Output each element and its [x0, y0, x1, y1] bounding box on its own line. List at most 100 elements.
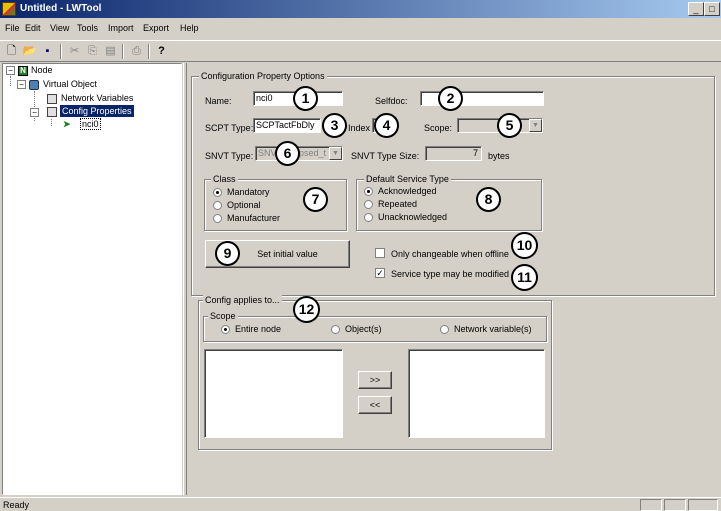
class-mandatory-radio[interactable]: [213, 188, 222, 197]
node-icon: N: [18, 66, 28, 76]
service-modified-label: Service type may be modified: [391, 269, 510, 279]
selfdoc-label: Selfdoc:: [375, 96, 408, 106]
callout-9: 9: [215, 241, 240, 266]
scope-network-variables-label: Network variable(s): [454, 324, 532, 334]
scope-group-title: Scope: [208, 310, 238, 322]
toolbar-separator: [60, 44, 62, 59]
service-modified-checkbox[interactable]: ✓: [375, 268, 385, 278]
config-applies-title: Config applies to...: [203, 294, 282, 306]
service-repeated-radio[interactable]: [364, 200, 373, 209]
class-group-title: Class: [211, 173, 238, 185]
status-bar: Ready: [0, 497, 721, 511]
chevron-down-icon[interactable]: ▼: [529, 119, 542, 132]
tree-item-node[interactable]: Node: [31, 64, 53, 76]
selected-items-list[interactable]: [408, 349, 545, 438]
class-manufacturer-label: Manufacturer: [227, 213, 281, 223]
copy-icon[interactable]: ⎘: [84, 43, 101, 59]
collapse-toggle[interactable]: −: [17, 80, 26, 89]
scope-label: Scope:: [424, 123, 453, 133]
toolbar-separator: [122, 44, 124, 59]
callout-2: 2: [438, 86, 463, 111]
new-icon[interactable]: 🗋: [3, 43, 20, 59]
folder-icon: [47, 94, 57, 104]
open-icon[interactable]: 📂: [21, 43, 38, 59]
scpt-type-label: SCPT Type:: [205, 123, 254, 133]
help-icon[interactable]: ?: [153, 43, 170, 59]
scope-entire-node-label: Entire node: [235, 324, 282, 334]
tree-item-config-properties[interactable]: Config Properties: [60, 105, 134, 117]
callout-6: 6: [275, 141, 300, 166]
snvt-type-label: SNVT Type:: [205, 151, 254, 161]
scpt-type-input[interactable]: SCPTactFbDly: [253, 118, 321, 133]
collapse-toggle[interactable]: −: [6, 66, 15, 75]
window-title: Untitled - LWTool: [20, 3, 102, 14]
add-button[interactable]: >>: [358, 371, 392, 389]
remove-button[interactable]: <<: [358, 396, 392, 414]
arrow-icon: ➤: [63, 119, 71, 129]
service-acknowledged-label: Acknowledged: [378, 186, 437, 196]
title-bar[interactable]: Untitled - LWTool _ □: [0, 0, 721, 18]
callout-1: 1: [293, 86, 318, 111]
config-property-group-title: Configuration Property Options: [199, 70, 327, 82]
save-icon[interactable]: ▪: [39, 43, 56, 59]
menu-import[interactable]: Import: [108, 22, 134, 34]
menu-file[interactable]: File: [5, 22, 20, 34]
node-tree[interactable]: − N Node − Virtual Object Network Variab…: [2, 63, 182, 495]
menu-edit[interactable]: Edit: [25, 22, 41, 34]
minimize-button[interactable]: _: [688, 2, 704, 16]
callout-4: 4: [374, 113, 399, 138]
menu-tools[interactable]: Tools: [77, 22, 98, 34]
collapse-toggle[interactable]: −: [30, 108, 39, 117]
menu-bar: File Edit View Tools Import Export Help: [0, 18, 721, 38]
callout-7: 7: [303, 187, 328, 212]
menu-view[interactable]: View: [50, 22, 69, 34]
scope-entire-node-radio[interactable]: [221, 325, 230, 334]
toolbar-separator: [148, 44, 150, 59]
chevron-down-icon[interactable]: ▼: [329, 147, 342, 160]
status-pane: [664, 499, 686, 511]
cut-icon[interactable]: ✂: [66, 43, 83, 59]
available-items-list[interactable]: [204, 349, 343, 438]
menu-help[interactable]: Help: [180, 22, 199, 34]
callout-3: 3: [322, 113, 347, 138]
callout-10: 10: [511, 232, 538, 259]
callout-11: 11: [511, 264, 538, 291]
app-icon: [2, 2, 16, 16]
class-optional-label: Optional: [227, 200, 261, 210]
service-repeated-label: Repeated: [378, 199, 418, 209]
status-pane: [640, 499, 662, 511]
class-mandatory-label: Mandatory: [227, 187, 270, 197]
offline-label: Only changeable when offline: [391, 249, 509, 259]
service-unacknowledged-label: Unacknowledged: [378, 212, 448, 222]
snvt-size-input[interactable]: 7: [425, 146, 482, 161]
splitter[interactable]: [183, 63, 187, 495]
folder-icon: [47, 107, 57, 117]
maximize-button[interactable]: □: [704, 2, 720, 16]
paste-icon[interactable]: ▤: [102, 43, 119, 59]
tree-line: [51, 119, 52, 126]
object-icon: [29, 80, 39, 90]
menu-export[interactable]: Export: [143, 22, 169, 34]
index-label: Index: [348, 123, 371, 133]
class-manufacturer-radio[interactable]: [213, 214, 222, 223]
service-unacknowledged-radio[interactable]: [364, 213, 373, 222]
service-type-group-title: Default Service Type: [364, 173, 451, 185]
toolbar: 🗋 📂 ▪ ✂ ⎘ ▤ ⎙ ?: [0, 40, 721, 62]
tree-item-network-variables[interactable]: Network Variables: [61, 92, 133, 104]
status-pane: [688, 499, 718, 511]
callout-12: 12: [293, 296, 320, 323]
print-icon[interactable]: ⎙: [128, 43, 145, 59]
name-label: Name:: [205, 96, 232, 106]
tree-item-nci0[interactable]: nci0: [80, 118, 101, 130]
snvt-size-label: SNVT Type Size:: [351, 151, 420, 161]
service-acknowledged-radio[interactable]: [364, 187, 373, 196]
scope-network-variables-radio[interactable]: [440, 325, 449, 334]
tree-line: [10, 76, 11, 86]
status-text: Ready: [3, 500, 30, 510]
scope-objects-radio[interactable]: [331, 325, 340, 334]
offline-checkbox[interactable]: [375, 248, 385, 258]
class-optional-radio[interactable]: [213, 201, 222, 210]
callout-8: 8: [476, 187, 501, 212]
scope-objects-label: Object(s): [345, 324, 382, 334]
tree-item-virtual-object[interactable]: Virtual Object: [43, 78, 97, 90]
